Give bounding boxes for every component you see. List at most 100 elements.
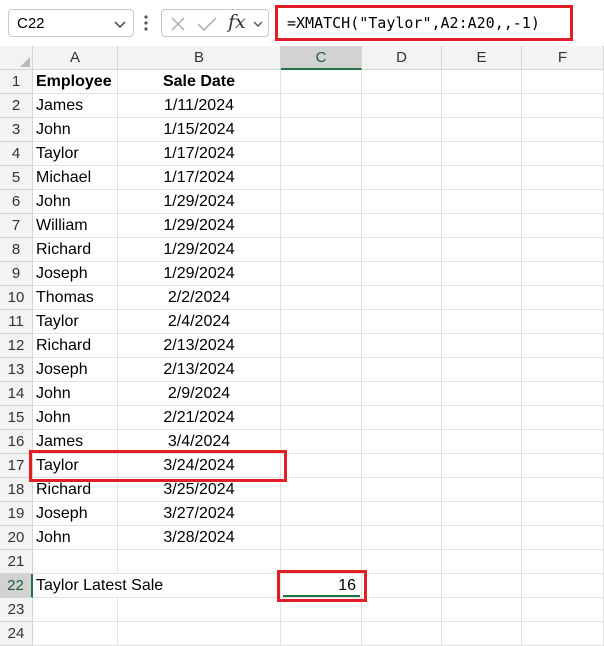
cell-a2[interactable]: James <box>33 94 118 118</box>
cell-f21[interactable] <box>522 550 604 574</box>
cell-c9[interactable] <box>281 262 362 286</box>
cancel-icon[interactable] <box>170 16 186 32</box>
row-header-23[interactable]: 23 <box>0 598 33 622</box>
cell-e18[interactable] <box>442 478 522 502</box>
cell-a5[interactable]: Michael <box>33 166 118 190</box>
cell-a1[interactable]: Employee <box>33 70 118 94</box>
cell-e12[interactable] <box>442 334 522 358</box>
cell-f13[interactable] <box>522 358 604 382</box>
row-header-9[interactable]: 9 <box>0 262 33 286</box>
cell-e9[interactable] <box>442 262 522 286</box>
cell-c24[interactable] <box>281 622 362 646</box>
cell-e19[interactable] <box>442 502 522 526</box>
cell-e17[interactable] <box>442 454 522 478</box>
cell-b2[interactable]: 1/11/2024 <box>118 94 281 118</box>
cell-e7[interactable] <box>442 214 522 238</box>
cell-e22[interactable] <box>442 574 522 598</box>
row-header-12[interactable]: 12 <box>0 334 33 358</box>
cell-d5[interactable] <box>362 166 442 190</box>
column-header-d[interactable]: D <box>362 46 442 70</box>
cell-b8[interactable]: 1/29/2024 <box>118 238 281 262</box>
cell-c3[interactable] <box>281 118 362 142</box>
cell-f22[interactable] <box>522 574 604 598</box>
row-header-10[interactable]: 10 <box>0 286 33 310</box>
cell-c8[interactable] <box>281 238 362 262</box>
row-header-5[interactable]: 5 <box>0 166 33 190</box>
row-header-13[interactable]: 13 <box>0 358 33 382</box>
cell-a4[interactable]: Taylor <box>33 142 118 166</box>
formula-text[interactable]: =XMATCH("Taylor",A2:A20,,-1) <box>287 14 540 32</box>
cell-c10[interactable] <box>281 286 362 310</box>
cell-c17[interactable] <box>281 454 362 478</box>
cell-b23[interactable] <box>118 598 281 622</box>
cell-e13[interactable] <box>442 358 522 382</box>
row-header-7[interactable]: 7 <box>0 214 33 238</box>
cell-c6[interactable] <box>281 190 362 214</box>
cell-f23[interactable] <box>522 598 604 622</box>
cell-a12[interactable]: Richard <box>33 334 118 358</box>
cell-f4[interactable] <box>522 142 604 166</box>
cell-a8[interactable]: Richard <box>33 238 118 262</box>
chevron-down-icon[interactable] <box>252 18 264 30</box>
cell-d8[interactable] <box>362 238 442 262</box>
cell-f3[interactable] <box>522 118 604 142</box>
cell-a23[interactable] <box>33 598 118 622</box>
cell-d14[interactable] <box>362 382 442 406</box>
cell-f1[interactable] <box>522 70 604 94</box>
cell-b19[interactable]: 3/27/2024 <box>118 502 281 526</box>
cell-d4[interactable] <box>362 142 442 166</box>
cell-c2[interactable] <box>281 94 362 118</box>
row-header-4[interactable]: 4 <box>0 142 33 166</box>
cell-d19[interactable] <box>362 502 442 526</box>
select-all-corner[interactable] <box>0 46 33 70</box>
cell-e1[interactable] <box>442 70 522 94</box>
cell-d23[interactable] <box>362 598 442 622</box>
column-header-a[interactable]: A <box>33 46 118 70</box>
cell-d15[interactable] <box>362 406 442 430</box>
cell-e11[interactable] <box>442 310 522 334</box>
cell-e4[interactable] <box>442 142 522 166</box>
cell-e6[interactable] <box>442 190 522 214</box>
row-header-24[interactable]: 24 <box>0 622 33 646</box>
row-header-15[interactable]: 15 <box>0 406 33 430</box>
cell-a10[interactable]: Thomas <box>33 286 118 310</box>
row-header-6[interactable]: 6 <box>0 190 33 214</box>
cell-d11[interactable] <box>362 310 442 334</box>
cell-b15[interactable]: 2/21/2024 <box>118 406 281 430</box>
cell-d21[interactable] <box>362 550 442 574</box>
row-header-8[interactable]: 8 <box>0 238 33 262</box>
cell-d20[interactable] <box>362 526 442 550</box>
column-header-b[interactable]: B <box>118 46 281 70</box>
row-header-14[interactable]: 14 <box>0 382 33 406</box>
cell-f24[interactable] <box>522 622 604 646</box>
cell-a3[interactable]: John <box>33 118 118 142</box>
cell-f7[interactable] <box>522 214 604 238</box>
cell-f15[interactable] <box>522 406 604 430</box>
cell-a22[interactable]: Taylor Latest Sale <box>33 574 163 598</box>
cell-b12[interactable]: 2/13/2024 <box>118 334 281 358</box>
cell-e3[interactable] <box>442 118 522 142</box>
cell-c20[interactable] <box>281 526 362 550</box>
cell-f14[interactable] <box>522 382 604 406</box>
name-box[interactable]: C22 <box>8 9 134 37</box>
cell-a6[interactable]: John <box>33 190 118 214</box>
cell-b5[interactable]: 1/17/2024 <box>118 166 281 190</box>
cell-c19[interactable] <box>281 502 362 526</box>
insert-function-icon[interactable]: fx <box>228 11 246 33</box>
cell-c11[interactable] <box>281 310 362 334</box>
cell-a20[interactable]: John <box>33 526 118 550</box>
cell-c18[interactable] <box>281 478 362 502</box>
column-header-e[interactable]: E <box>442 46 522 70</box>
cell-d16[interactable] <box>362 430 442 454</box>
cell-a7[interactable]: William <box>33 214 118 238</box>
cell-a15[interactable]: John <box>33 406 118 430</box>
cell-e14[interactable] <box>442 382 522 406</box>
row-header-19[interactable]: 19 <box>0 502 33 526</box>
cell-b9[interactable]: 1/29/2024 <box>118 262 281 286</box>
cell-f17[interactable] <box>522 454 604 478</box>
cell-d22[interactable] <box>362 574 442 598</box>
cell-e2[interactable] <box>442 94 522 118</box>
formula-input[interactable]: =XMATCH("Taylor",A2:A20,,-1) <box>275 5 573 41</box>
cell-d17[interactable] <box>362 454 442 478</box>
cell-a19[interactable]: Joseph <box>33 502 118 526</box>
